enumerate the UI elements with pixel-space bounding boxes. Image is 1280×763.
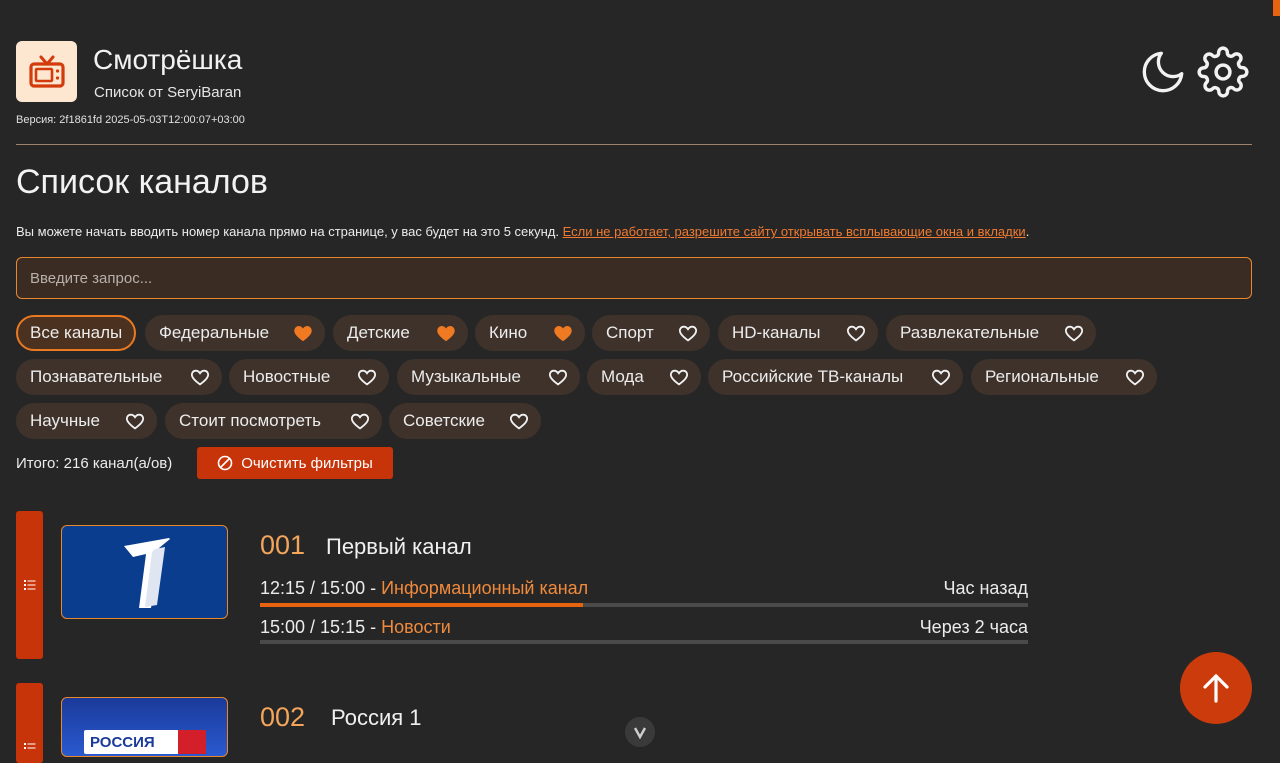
program-relative-time: Час назад [943,578,1028,598]
channel-name[interactable]: Первый канал [326,534,472,560]
heart-filled-icon[interactable] [293,324,313,342]
heart-outline-icon[interactable] [1064,324,1084,342]
search-input[interactable] [16,257,1252,299]
filter-chip-label: Музыкальные [411,367,521,386]
filter-chip-label: Научные [30,411,100,430]
filter-chip-kids[interactable]: Детские [333,315,468,351]
filter-chip-entertainment[interactable]: Развлекательные [886,315,1096,351]
filter-chip-label: Кино [489,323,528,342]
program-progress-bar [260,640,1028,644]
filter-chip-movies[interactable]: Кино [475,315,585,351]
page-title: Список каналов [16,163,268,201]
filter-chip-label: HD-каналы [732,323,821,342]
channel-one-logo [124,538,170,608]
list-icon [23,580,35,590]
program-time: 12:15 / 15:00 - [260,578,377,598]
channel-number: 001 [260,530,306,560]
channel-input-hint: Вы можете начать вводить номер канала пр… [16,224,1029,239]
moon-icon [1142,51,1184,93]
filter-chip-science[interactable]: Научные [16,403,157,439]
heart-filled-icon[interactable] [553,324,573,342]
program-relative-time: Через 2 часа [919,617,1028,637]
filter-chip-label: Детские [347,323,410,342]
heart-outline-icon[interactable] [548,368,568,386]
channel-drag-handle[interactable] [16,683,43,763]
app-subtitle: Список от SeryiBaran [94,84,242,101]
filter-chip-fashion[interactable]: Мода [587,359,701,395]
hint-end: . [1025,224,1030,239]
popup-permission-link[interactable]: Если не работает, разрешите сайту открыв… [563,224,1026,239]
app-logo [16,41,77,102]
program-progress-bar [260,603,1028,607]
settings-button[interactable] [1196,45,1250,99]
filter-chip-label: Советские [403,411,485,430]
filter-chip-hd[interactable]: HD-каналы [718,315,878,351]
arrow-up-icon [1203,674,1229,703]
heart-outline-icon[interactable] [846,324,866,342]
heart-outline-icon[interactable] [350,412,370,430]
filter-chip-label: Спорт [606,323,654,342]
heart-outline-icon[interactable] [509,412,529,430]
clear-filters-label: Очистить фильтры [241,454,373,472]
filter-chip-label: Стоит посмотреть [179,411,322,430]
filter-chip-music[interactable]: Музыкальные [397,359,580,395]
filter-chip-sport[interactable]: Спорт [592,315,710,351]
heart-outline-icon[interactable] [357,368,377,386]
filter-chip-label: Мода [601,367,644,386]
filter-chip-all[interactable]: Все каналы [16,315,137,351]
program-title: Информационный канал [381,578,589,598]
filter-chip-label: Новостные [243,367,331,386]
filter-chip-label: Все каналы [30,323,123,342]
heart-outline-icon[interactable] [125,412,145,430]
channel-logo-pervy[interactable] [61,525,228,619]
page-scrollbar-thumb[interactable] [1273,0,1280,16]
filter-chip-regional[interactable]: Региональные [971,359,1157,395]
filter-chip-russian-tv[interactable]: Российские ТВ-каналы [708,359,963,395]
program-time: 15:00 / 15:15 - [260,617,377,637]
header-divider [16,144,1252,145]
filter-chip-label: Российские ТВ-каналы [722,367,904,386]
scroll-down-indicator[interactable] [625,717,655,747]
channel-drag-handle[interactable] [16,511,43,659]
gear-icon [1197,46,1249,98]
filter-chip-news[interactable]: Новостные [229,359,389,395]
chevron-down-icon [633,727,647,739]
russia-logo-badge: РОССИЯ [84,730,206,754]
filter-chip-federal[interactable]: Федеральные [145,315,325,351]
program-row-next[interactable]: 15:00 / 15:15 - Новости Через 2 часа [260,617,1028,637]
filter-chip-label: Региональные [985,367,1099,386]
heart-outline-icon[interactable] [190,368,210,386]
channel-total-count: Итого: 216 канал(а/ов) [16,455,173,472]
program-row-current[interactable]: 12:15 / 15:00 - Информационный канал Час… [260,578,1028,598]
channel-logo-russia1[interactable]: РОССИЯ [61,697,228,757]
filter-chip-label: Федеральные [159,323,270,342]
russia-logo-text: РОССИЯ [90,734,155,751]
russia-logo-mark [178,730,206,754]
scroll-to-top-button[interactable] [1180,652,1252,724]
heart-outline-icon[interactable] [931,368,951,386]
clear-filters-button[interactable]: Очистить фильтры [197,447,393,479]
heart-outline-icon[interactable] [1125,368,1145,386]
filter-chip-educational[interactable]: Познавательные [16,359,222,395]
filter-chip-worth-watching[interactable]: Стоит посмотреть [165,403,382,439]
filter-chip-label: Развлекательные [900,323,1040,342]
cancel-circle-icon [217,455,233,471]
app-version: Версия: 2f1861fd 2025-05-03T12:00:07+03:… [16,114,245,126]
program-title: Новости [381,617,451,637]
theme-toggle-button[interactable] [1136,45,1190,99]
channel-number: 002 [260,702,306,732]
heart-filled-icon[interactable] [436,324,456,342]
hint-text: Вы можете начать вводить номер канала пр… [16,224,563,239]
program-progress-fill [260,603,583,607]
channel-name[interactable]: Россия 1 [331,705,422,731]
filter-chip-soviet[interactable]: Советские [389,403,541,439]
list-icon [23,743,35,749]
tv-icon [28,55,65,88]
heart-outline-icon[interactable] [669,368,689,386]
heart-outline-icon[interactable] [678,324,698,342]
app-title: Смотрёшка [93,44,243,75]
filter-chip-label: Познавательные [30,367,163,386]
